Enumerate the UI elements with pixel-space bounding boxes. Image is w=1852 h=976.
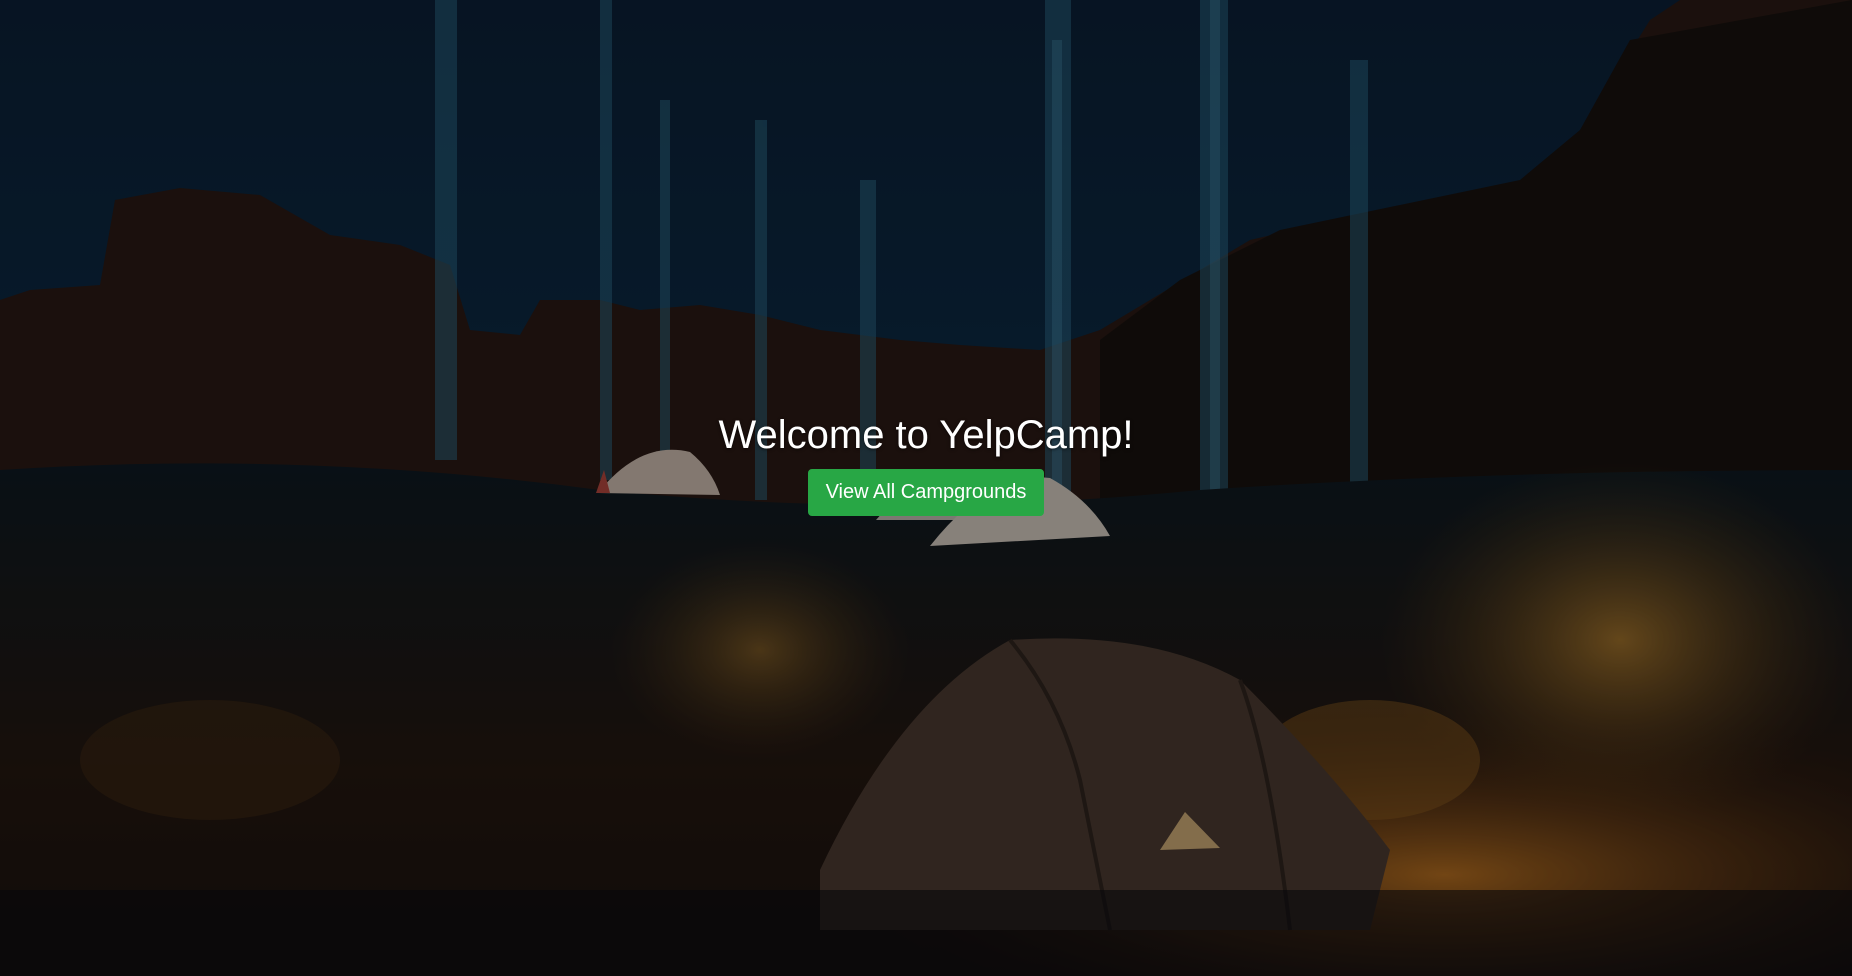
view-all-campgrounds-button[interactable]: View All Campgrounds bbox=[807, 468, 1045, 516]
hero-section: Welcome to YelpCamp! View All Campground… bbox=[0, 0, 1852, 976]
page-title: Welcome to YelpCamp! bbox=[718, 412, 1134, 457]
